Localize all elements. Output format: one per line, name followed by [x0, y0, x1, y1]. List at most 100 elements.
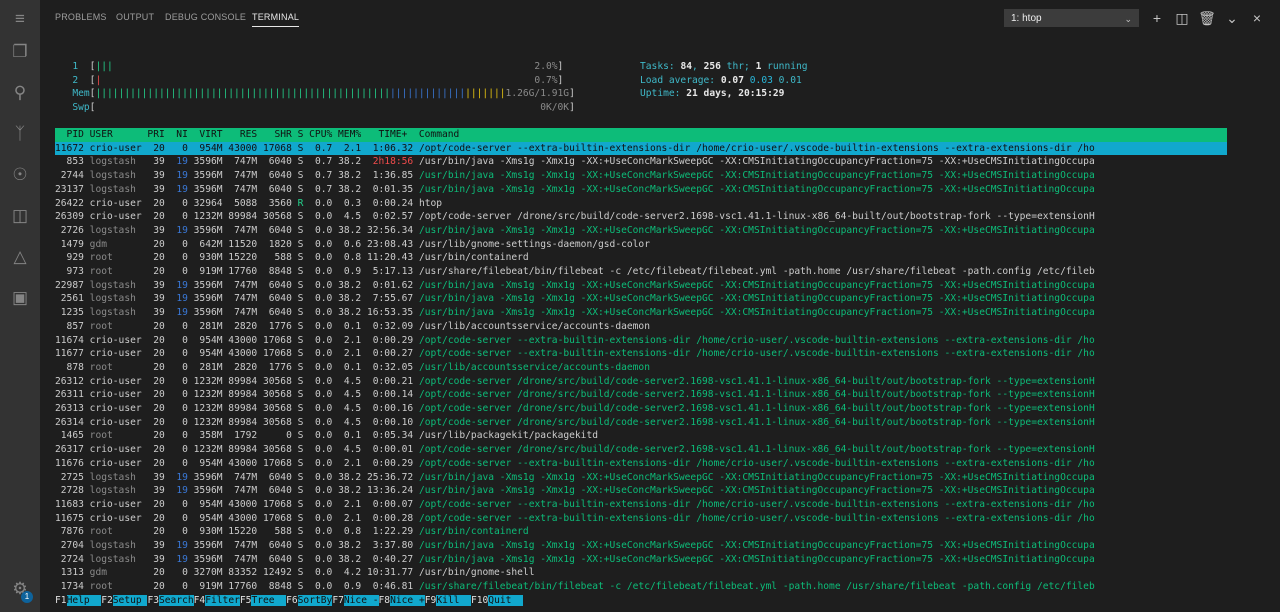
uptime: Uptime: 21 days, 20:15:29 — [640, 88, 785, 100]
process-row[interactable]: 26309 crio-user 20 0 1232M 89984 30568 S… — [55, 210, 1095, 224]
kill-terminal-icon[interactable]: 🗑 — [1198, 9, 1216, 27]
process-row[interactable]: 853 logstash 39 19 3596M 747M 6040 S 0.7… — [55, 155, 1095, 169]
fkey-f8[interactable]: F8 — [379, 595, 391, 606]
process-row[interactable]: 26313 crio-user 20 0 1232M 89984 30568 S… — [55, 402, 1095, 416]
extensions-icon[interactable]: ◫ — [8, 204, 32, 228]
process-cmd: /opt/code-server --extra-builtin-extensi… — [413, 348, 1095, 360]
process-row[interactable]: 2726 logstash 39 19 3596M 747M 6040 S 0.… — [55, 224, 1095, 238]
process-virt: 3596M — [187, 471, 223, 483]
fkey-label[interactable]: SortBy — [297, 595, 333, 606]
process-time: 0:00.21 — [361, 375, 414, 387]
tab-problems[interactable]: PROBLEMS — [55, 12, 107, 22]
process-row[interactable]: 11675 crio-user 20 0 954M 43000 17068 S … — [55, 512, 1095, 526]
fkey-label[interactable]: Help — [66, 595, 102, 606]
process-row[interactable]: 2704 logstash 39 19 3596M 747M 6040 S 0.… — [55, 539, 1095, 553]
process-user: logstash — [83, 485, 142, 497]
fkey-f6[interactable]: F6 — [286, 595, 298, 606]
process-row[interactable]: 1235 logstash 39 19 3596M 747M 6040 S 0.… — [55, 306, 1095, 320]
process-row[interactable]: 26312 crio-user 20 0 1232M 89984 30568 S… — [55, 375, 1095, 389]
fkey-label[interactable]: Tree — [251, 595, 287, 606]
process-cpu: 0.7 — [303, 142, 333, 154]
process-cpu: 0.0 — [303, 238, 333, 250]
fkey-label[interactable]: Nice - — [343, 595, 379, 606]
process-row[interactable]: 2725 logstash 39 19 3596M 747M 6040 S 0.… — [55, 471, 1095, 485]
process-row[interactable]: 929 root 20 0 930M 15220 588 S 0.0 0.8 1… — [55, 251, 529, 265]
fkey-f1[interactable]: F1 — [55, 595, 67, 606]
fkey-f10[interactable]: F10 — [471, 595, 488, 606]
column-header[interactable]: PID USER PRI NI VIRT RES SHR S CPU% MEM%… — [55, 128, 1227, 142]
process-s: S — [291, 581, 304, 593]
debug-icon[interactable]: ☉ — [8, 163, 32, 187]
process-row[interactable]: 26422 crio-user 20 0 32964 5088 3560 R 0… — [55, 197, 442, 211]
terminal-select[interactable]: 1: htop ⌄ — [1004, 9, 1139, 27]
tab-output[interactable]: OUTPUT — [116, 12, 154, 22]
swp-meter: Swp[ 0K/0K] — [72, 102, 575, 114]
close-panel-icon[interactable]: × — [1248, 9, 1266, 27]
process-row[interactable]: 26311 crio-user 20 0 1232M 89984 30568 S… — [55, 388, 1095, 402]
process-row[interactable]: 1479 gdm 20 0 642M 11520 1820 S 0.0 0.6 … — [55, 238, 650, 252]
fkey-f2[interactable]: F2 — [101, 595, 113, 606]
process-ni: 0 — [164, 526, 188, 538]
process-pri: 20 — [141, 320, 165, 332]
terminal-output[interactable]: 1 [||| 2.0%] 2 [| 0.7%] Mem[||||||||||||… — [55, 36, 1280, 612]
process-row[interactable]: 1313 gdm 20 0 3270M 83352 12492 S 0.0 4.… — [55, 566, 535, 580]
fkey-label[interactable]: Nice + — [390, 595, 425, 606]
menu-icon[interactable]: ≡ — [8, 7, 32, 31]
process-row[interactable]: 22987 logstash 39 19 3596M 747M 6040 S 0… — [55, 279, 1095, 293]
process-row[interactable]: 857 root 20 0 281M 2820 1776 S 0.0 0.1 0… — [55, 320, 650, 334]
process-mem: 38.2 — [332, 307, 362, 319]
new-terminal-icon[interactable]: + — [1148, 9, 1166, 27]
process-row[interactable]: 7876 root 20 0 930M 15220 588 S 0.0 0.8 … — [55, 525, 529, 539]
process-row[interactable]: 26314 crio-user 20 0 1232M 89984 30568 S… — [55, 416, 1095, 430]
fkey-label[interactable]: Kill — [436, 595, 471, 606]
process-row[interactable]: 23137 logstash 39 19 3596M 747M 6040 S 0… — [55, 183, 1095, 197]
split-terminal-icon[interactable]: ◫ — [1173, 9, 1191, 27]
process-row[interactable]: 973 root 20 0 919M 17760 8848 S 0.0 0.9 … — [55, 265, 1095, 279]
tab-terminal[interactable]: TERMINAL — [252, 12, 300, 27]
process-ni: 19 — [164, 156, 188, 168]
fkey-label[interactable]: Search — [159, 595, 194, 606]
process-row[interactable]: 11672 crio-user 20 0 954M 43000 17068 S … — [55, 141, 1227, 156]
process-row[interactable]: 878 root 20 0 281M 2820 1776 S 0.0 0.1 0… — [55, 361, 650, 375]
fkey-f3[interactable]: F3 — [147, 595, 159, 606]
process-pri: 39 — [141, 553, 165, 565]
process-shr: 17068 — [257, 498, 292, 510]
fkey-label[interactable]: Filter — [205, 595, 240, 606]
process-row[interactable]: 1465 root 20 0 358M 1792 0 S 0.0 0.1 0:0… — [55, 429, 598, 443]
process-row[interactable]: 11677 crio-user 20 0 954M 43000 17068 S … — [55, 347, 1095, 361]
process-row[interactable]: 1734 root 20 0 919M 17760 8848 S 0.0 0.9… — [55, 580, 1095, 594]
process-user: crio-user — [83, 512, 142, 524]
process-mem: 2.1 — [332, 334, 362, 346]
fkey-f7[interactable]: F7 — [332, 595, 344, 606]
process-pri: 20 — [141, 512, 165, 524]
process-user: root — [83, 526, 142, 538]
testing-icon[interactable]: △ — [8, 245, 32, 269]
fkey-f5[interactable]: F5 — [240, 595, 252, 606]
process-row[interactable]: 11676 crio-user 20 0 954M 43000 17068 S … — [55, 457, 1095, 471]
process-ni: 0 — [164, 498, 188, 510]
process-cpu: 0.0 — [303, 444, 333, 456]
process-cpu: 0.0 — [303, 197, 333, 209]
fkey-f4[interactable]: F4 — [194, 595, 206, 606]
explorer-icon[interactable]: ❐ — [8, 40, 32, 64]
source-control-icon[interactable]: ᛉ — [8, 122, 32, 146]
search-icon[interactable]: ⚲ — [8, 81, 32, 105]
process-cmd: /opt/code-server /drone/src/build/code-s… — [413, 444, 1095, 456]
tab-debug-console[interactable]: DEBUG CONSOLE — [165, 12, 246, 22]
maximize-panel-icon[interactable]: ⌄ — [1223, 9, 1241, 27]
process-row[interactable]: 2724 logstash 39 19 3596M 747M 6040 S 0.… — [55, 553, 1095, 567]
process-mem: 38.2 — [332, 293, 362, 305]
process-row[interactable]: 26317 crio-user 20 0 1232M 89984 30568 S… — [55, 443, 1095, 457]
fkey-label[interactable]: Quit — [488, 595, 523, 606]
fkey-f9[interactable]: F9 — [425, 595, 437, 606]
process-ni: 19 — [164, 471, 188, 483]
process-row[interactable]: 2744 logstash 39 19 3596M 747M 6040 S 0.… — [55, 169, 1095, 183]
fkey-label[interactable]: Setup — [112, 595, 148, 606]
process-s: S — [291, 307, 304, 319]
process-pid: 1465 — [55, 430, 84, 442]
process-row[interactable]: 2561 logstash 39 19 3596M 747M 6040 S 0.… — [55, 292, 1095, 306]
remote-explorer-icon[interactable]: ▣ — [8, 286, 32, 310]
process-row[interactable]: 2728 logstash 39 19 3596M 747M 6040 S 0.… — [55, 484, 1095, 498]
process-row[interactable]: 11674 crio-user 20 0 954M 43000 17068 S … — [55, 334, 1095, 348]
process-row[interactable]: 11683 crio-user 20 0 954M 43000 17068 S … — [55, 498, 1095, 512]
